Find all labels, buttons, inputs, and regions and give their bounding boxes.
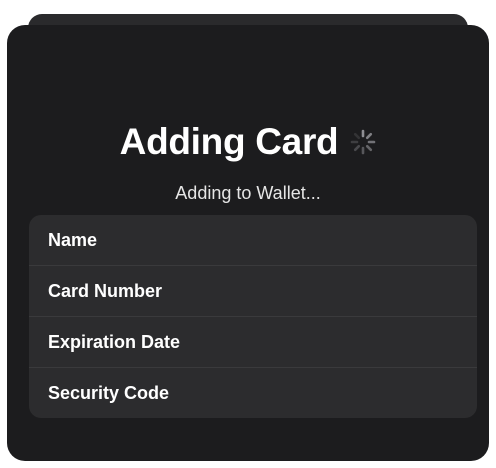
field-row-card-number[interactable]: Card Number <box>29 266 477 317</box>
field-label: Card Number <box>48 280 163 301</box>
adding-card-sheet: Adding Card Adding to Wallet... Name Car… <box>7 25 489 461</box>
title-row: Adding Card <box>7 121 489 163</box>
field-label: Security Code <box>48 382 170 403</box>
field-row-expiration-date[interactable]: Expiration Date <box>29 317 477 368</box>
screen: Adding Card Adding to Wallet... Name Car… <box>0 0 496 468</box>
card-field-list: Name Card Number Expiration Date Securit… <box>29 215 477 418</box>
field-label: Name <box>48 229 98 250</box>
field-row-security-code[interactable]: Security Code <box>29 368 477 418</box>
field-label: Expiration Date <box>48 331 181 352</box>
sheet-subtitle: Adding to Wallet... <box>175 183 321 203</box>
sheet-title: Adding Card <box>119 121 339 162</box>
activity-spinner-icon <box>350 129 376 155</box>
field-row-name[interactable]: Name <box>29 215 477 266</box>
